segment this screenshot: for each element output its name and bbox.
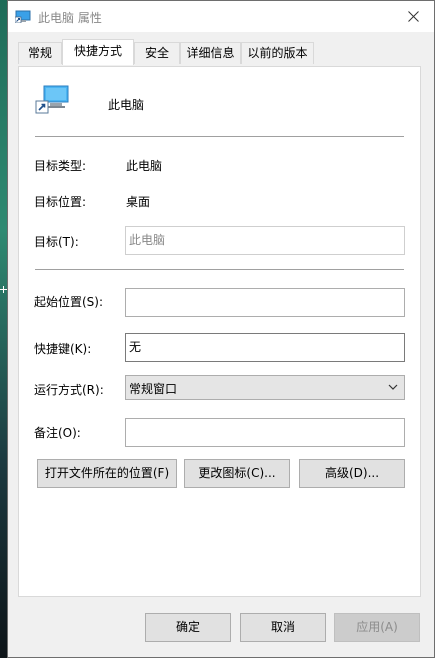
change-icon-button[interactable]: 更改图标(C)...	[184, 459, 290, 488]
run-select-value: 常规窗口	[129, 382, 178, 396]
tab-security[interactable]: 安全	[134, 42, 180, 64]
shortcut-key-label: 快捷键(K):	[34, 342, 92, 356]
tab-panel-shortcut: 此电脑 目标类型: 此电脑 目标位置: 桌面 目标(T): 此电脑 起始位置(S…	[18, 66, 421, 597]
tab-details[interactable]: 详细信息	[180, 42, 241, 64]
run-select[interactable]: 常规窗口	[125, 375, 405, 400]
run-label: 运行方式(R):	[34, 383, 104, 397]
tab-general[interactable]: 常规	[18, 42, 62, 64]
target-type-value: 此电脑	[126, 159, 163, 173]
window-title: 此电脑 属性	[38, 11, 102, 25]
crosshair-cursor-icon	[0, 286, 7, 293]
title-bar: 此电脑 属性	[8, 1, 434, 32]
computer-shortcut-icon	[35, 85, 69, 114]
properties-window: 此电脑 属性 常规 快捷方式 安全 详细信息 以前的版本 此电脑 目标类型: 此…	[7, 0, 435, 658]
shortcut-name: 此电脑	[108, 98, 145, 112]
apply-button[interactable]: 应用(A)	[334, 613, 420, 642]
ok-button[interactable]: 确定	[145, 613, 231, 642]
close-icon	[407, 11, 419, 22]
start-in-label: 起始位置(S):	[34, 295, 104, 309]
divider	[35, 136, 404, 137]
shortcut-key-field[interactable]: 无	[125, 333, 405, 362]
comment-label: 备注(O):	[34, 426, 81, 440]
chevron-down-icon	[388, 384, 398, 390]
open-file-location-button[interactable]: 打开文件所在的位置(F)	[37, 459, 177, 488]
target-location-value: 桌面	[126, 195, 151, 209]
target-type-label: 目标类型:	[34, 159, 87, 173]
start-in-field[interactable]	[125, 288, 405, 317]
tab-previous-versions[interactable]: 以前的版本	[241, 42, 314, 64]
tab-shortcut[interactable]: 快捷方式	[62, 39, 134, 65]
close-button[interactable]	[392, 1, 434, 32]
divider	[35, 269, 404, 270]
cancel-button[interactable]: 取消	[240, 613, 326, 642]
advanced-button[interactable]: 高级(D)...	[299, 459, 405, 488]
computer-shortcut-icon	[15, 10, 31, 23]
target-label: 目标(T):	[34, 235, 79, 249]
target-location-label: 目标位置:	[34, 195, 87, 209]
target-field[interactable]: 此电脑	[125, 226, 405, 255]
comment-field[interactable]	[125, 418, 405, 447]
